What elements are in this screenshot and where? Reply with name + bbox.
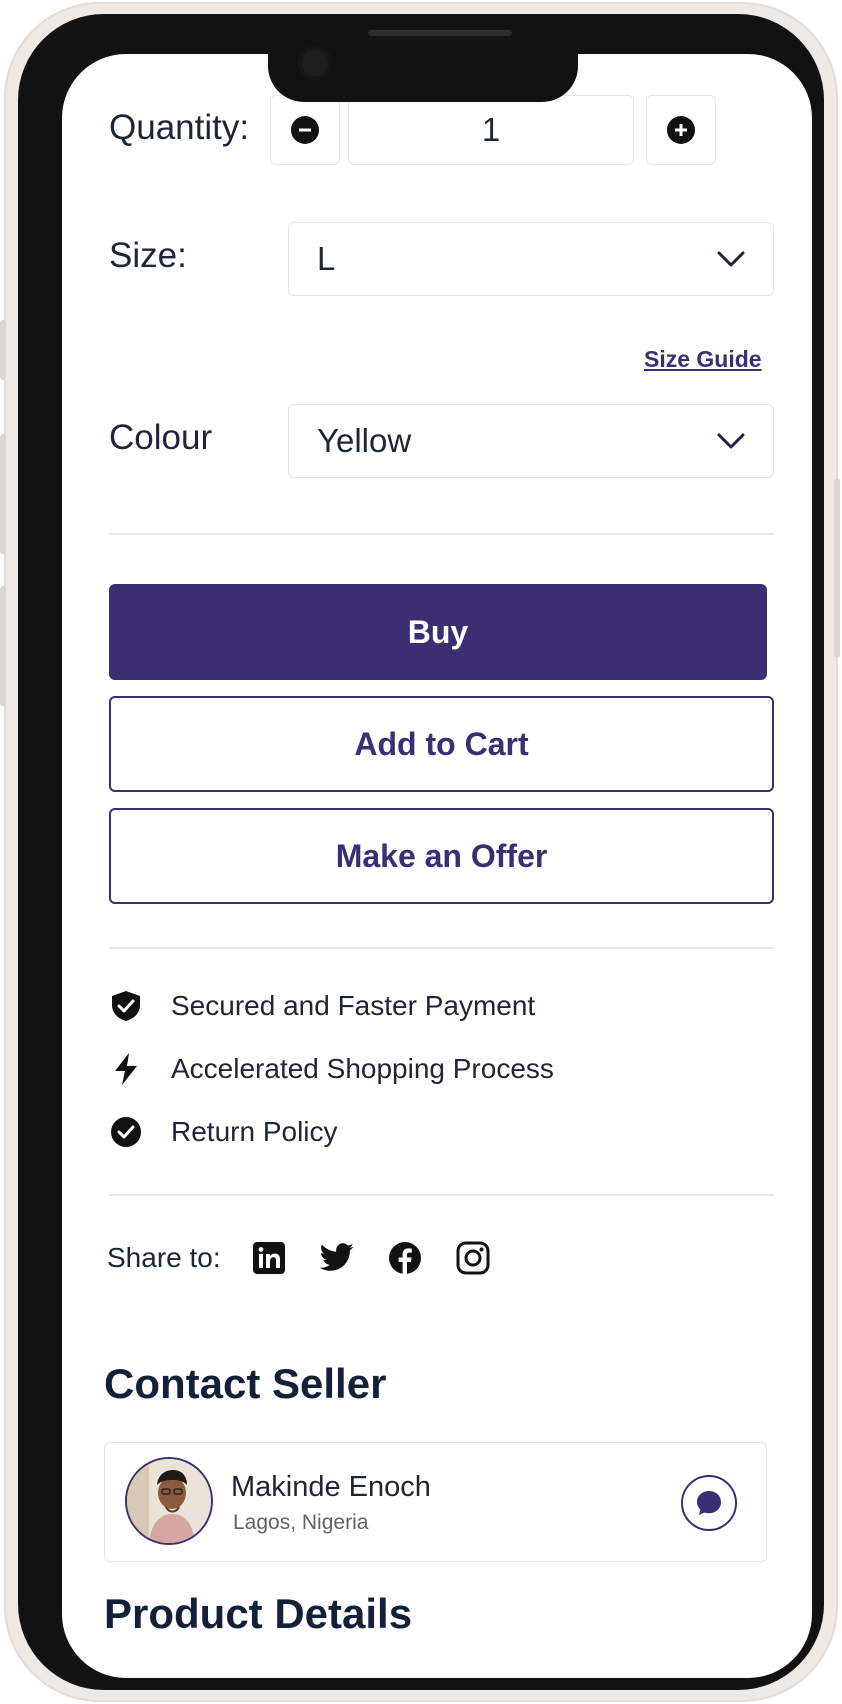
buy-button[interactable]: Buy — [109, 584, 767, 680]
size-select[interactable]: L — [288, 222, 774, 296]
quantity-label: Quantity: — [109, 108, 250, 147]
speaker-line — [368, 30, 512, 36]
share-row: Share to: — [107, 1238, 493, 1278]
feature-item: Secured and Faster Payment — [109, 989, 535, 1023]
quantity-decrement-button[interactable] — [270, 95, 340, 165]
chat-bubble-icon — [697, 1491, 721, 1515]
colour-label: Colour — [109, 418, 213, 457]
quantity-input[interactable]: 1 — [348, 95, 634, 165]
phone-notch — [268, 38, 578, 102]
seller-name: Makinde Enoch — [231, 1471, 431, 1503]
chevron-down-icon — [717, 433, 745, 449]
side-button — [0, 586, 6, 706]
side-button — [0, 434, 6, 554]
colour-value: Yellow — [317, 422, 412, 459]
screen: Quantity: 1 Size: L Size Guide Colour Ye… — [62, 54, 812, 1678]
add-to-cart-button[interactable]: Add to Cart — [109, 696, 774, 792]
instagram-icon[interactable] — [453, 1238, 493, 1278]
shield-check-icon — [112, 991, 140, 1021]
feature-label: Accelerated Shopping Process — [171, 1053, 554, 1084]
lightning-icon — [115, 1053, 137, 1085]
side-button — [834, 478, 840, 658]
product-details-title: Product Details — [104, 1590, 413, 1637]
make-offer-button[interactable]: Make an Offer — [109, 808, 774, 904]
share-label: Share to: — [107, 1242, 221, 1273]
divider — [109, 1194, 774, 1196]
front-camera — [298, 46, 332, 80]
quantity-increment-button[interactable] — [646, 95, 716, 165]
linkedin-icon[interactable] — [249, 1238, 289, 1278]
plus-circle-icon — [667, 116, 695, 144]
seller-location: Lagos, Nigeria — [233, 1511, 369, 1534]
feature-item: Accelerated Shopping Process — [109, 1052, 554, 1086]
size-guide-link[interactable]: Size Guide — [644, 346, 762, 373]
minus-circle-icon — [291, 116, 319, 144]
feature-label: Secured and Faster Payment — [171, 990, 536, 1021]
avatar[interactable] — [125, 1457, 213, 1545]
facebook-icon[interactable] — [385, 1238, 425, 1278]
colour-select[interactable]: Yellow — [288, 404, 774, 478]
size-value: L — [317, 240, 336, 277]
side-button — [0, 320, 6, 380]
twitter-icon[interactable] — [317, 1238, 357, 1278]
size-label: Size: — [109, 236, 187, 275]
feature-label: Return Policy — [171, 1116, 338, 1147]
divider — [109, 533, 774, 535]
feature-item: Return Policy — [109, 1115, 338, 1149]
phone-bezel: Quantity: 1 Size: L Size Guide Colour Ye… — [18, 14, 824, 1690]
quantity-value: 1 — [481, 111, 501, 148]
check-circle-icon — [111, 1117, 141, 1147]
phone-shell: Quantity: 1 Size: L Size Guide Colour Ye… — [0, 2, 840, 1702]
contact-seller-title: Contact Seller — [104, 1360, 387, 1407]
chat-button[interactable] — [681, 1475, 737, 1531]
seller-card[interactable]: Makinde Enoch Lagos, Nigeria — [104, 1442, 767, 1562]
divider — [109, 947, 774, 949]
chevron-down-icon — [717, 251, 745, 267]
